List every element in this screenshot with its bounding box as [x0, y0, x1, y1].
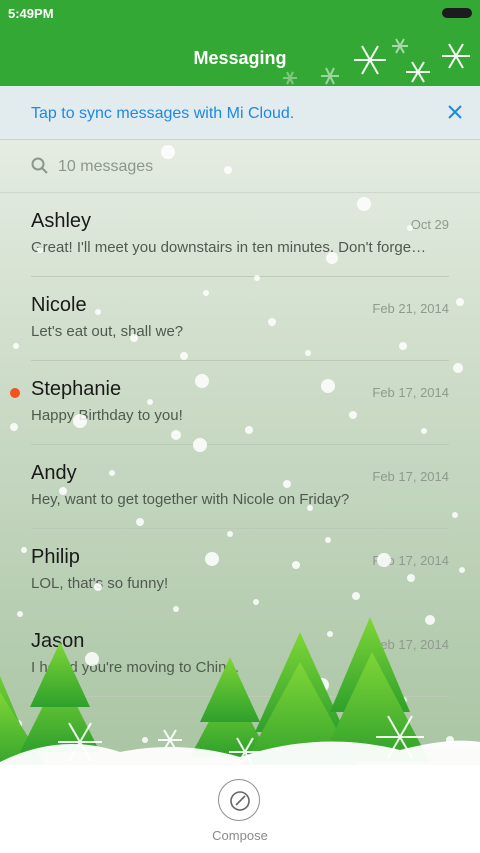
message-date: Feb 17, 2014: [372, 637, 449, 652]
sync-banner-text[interactable]: Tap to sync messages with Mi Cloud.: [31, 105, 294, 123]
battery-icon: [442, 8, 472, 18]
message-date: Oct 29: [410, 217, 449, 232]
list-item[interactable]: Ashley Oct 29 Great! I'll meet you downs…: [0, 193, 480, 277]
compose-button[interactable]: [218, 779, 260, 821]
message-preview: Great! I'll meet you downstairs in ten m…: [31, 239, 427, 256]
status-bar: 5:49PM: [0, 0, 480, 28]
contact-name: Jason: [31, 630, 85, 652]
message-preview: I heard you're moving to China.: [31, 659, 239, 676]
contact-name: Ashley: [31, 210, 92, 232]
page-title: Messaging: [193, 48, 287, 68]
app-header: Messaging: [0, 28, 480, 86]
message-list-area: 10 messages Ashley Oct 29 Great! I'll me…: [0, 140, 480, 765]
message-date: Feb 17, 2014: [372, 469, 449, 484]
search-input[interactable]: 10 messages: [58, 158, 153, 176]
search-icon: [31, 157, 49, 180]
divider: [31, 696, 449, 697]
compose-label[interactable]: Compose: [0, 828, 480, 843]
message-preview: Happy Birthday to you!: [31, 407, 183, 424]
compose-icon: [230, 791, 250, 811]
contact-name: Stephanie: [31, 378, 122, 400]
bottom-bar: Compose: [0, 765, 480, 853]
message-date: Feb 17, 2014: [372, 553, 449, 568]
message-date: Feb 17, 2014: [372, 385, 449, 400]
list-item[interactable]: Andy Feb 17, 2014 Hey, want to get toget…: [0, 445, 480, 529]
status-time: 5:49PM: [8, 6, 54, 21]
list-item[interactable]: Nicole Feb 21, 2014 Let's eat out, shall…: [0, 277, 480, 361]
list-item[interactable]: Jason Feb 17, 2014 I heard you're moving…: [0, 613, 480, 697]
list-item[interactable]: Philip Feb 17, 2014 LOL, that's so funny…: [0, 529, 480, 613]
unread-indicator: [10, 388, 20, 398]
sync-banner[interactable]: Tap to sync messages with Mi Cloud.: [0, 86, 480, 140]
message-preview: Let's eat out, shall we?: [31, 323, 184, 340]
message-preview: Hey, want to get together with Nicole on…: [31, 491, 350, 508]
message-date: Feb 21, 2014: [372, 301, 449, 316]
contact-name: Philip: [31, 546, 80, 568]
contact-name: Nicole: [31, 294, 87, 316]
search-bar[interactable]: 10 messages: [0, 140, 480, 193]
contact-name: Andy: [31, 462, 77, 484]
list-item[interactable]: Stephanie Feb 17, 2014 Happy Birthday to…: [0, 361, 480, 445]
close-icon[interactable]: [444, 101, 466, 123]
message-preview: LOL, that's so funny!: [31, 575, 169, 592]
